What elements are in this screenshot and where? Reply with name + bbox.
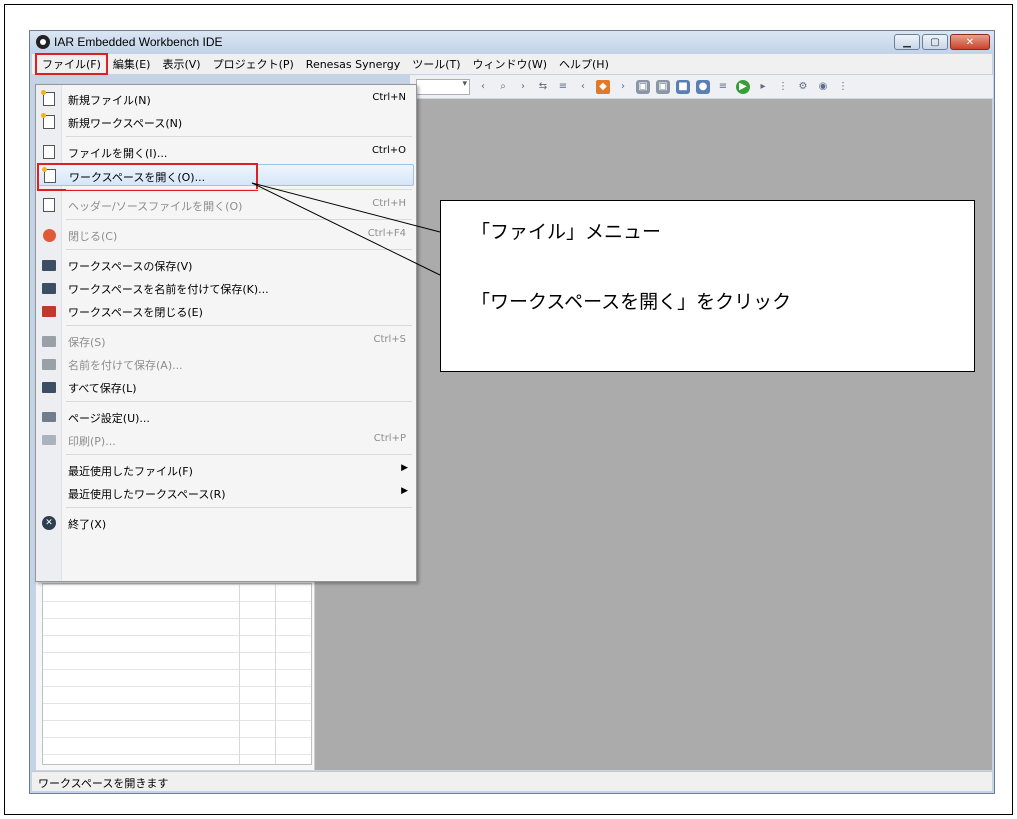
menu-item-save-workspace[interactable]: ワークスペースの保存(V) (38, 254, 414, 276)
run-icon[interactable]: ▶ (736, 79, 750, 94)
menu-separator (66, 219, 412, 220)
menu-item-page-setup[interactable]: ページ設定(U)... (38, 406, 414, 428)
nav-forward-icon[interactable]: › (516, 80, 530, 94)
menu-separator (66, 454, 412, 455)
breakpoint-icon[interactable]: ◆ (596, 79, 610, 94)
menu-item-recent-files[interactable]: 最近使用したファイル(F) ▶ (38, 459, 414, 481)
file-menu-dropdown: 新規ファイル(N) Ctrl+N 新規ワークスペース(N) ファイルを開く(I)… (35, 84, 417, 582)
menu-help[interactable]: ヘルプ(H) (553, 54, 615, 74)
menu-item-open-header-source[interactable]: ヘッダー/ソースファイルを開く(O) Ctrl+H (38, 194, 414, 216)
minimize-button[interactable]: ▁ (894, 34, 920, 50)
menu-view[interactable]: 表示(V) (156, 54, 206, 74)
save-icon (41, 333, 57, 349)
toolbar: ‹ ⌕ › ⇆ ≡ ‹ ◆ › ▣ ▣ ■ ● ≡ ▶ ▸ ⋮ ⚙ ◉ ⋮ (410, 75, 993, 99)
step-icon[interactable]: ▸ (756, 80, 770, 94)
app-icon (36, 35, 50, 49)
prev-bookmark-icon[interactable]: ‹ (576, 80, 590, 94)
status-bar: ワークスペースを開きます (32, 771, 992, 791)
close-file-icon (41, 227, 57, 243)
save-workspace-as-icon (41, 280, 57, 296)
save-all-icon (41, 379, 57, 395)
menu-separator (66, 325, 412, 326)
menu-project[interactable]: プロジェクト(P) (207, 54, 300, 74)
menu-renesas-synergy[interactable]: Renesas Synergy (300, 56, 406, 73)
workspace-file-grid (42, 583, 312, 765)
find-icon[interactable]: ⌕ (496, 80, 510, 94)
nav-back-icon[interactable]: ‹ (476, 80, 490, 94)
exit-icon: ✕ (41, 515, 57, 531)
menu-item-exit[interactable]: ✕ 終了(X) (38, 512, 414, 534)
close-button[interactable]: ✕ (950, 34, 990, 50)
save-as-icon (41, 356, 57, 372)
annotation-callout: 「ファイル」メニュー 「ワークスペースを開く」をクリック (440, 200, 975, 372)
menu-item-open-workspace[interactable]: ワークスペースを開く(O)... (37, 163, 414, 191)
toolbar-overflow-icon[interactable]: ⋮ (776, 80, 790, 94)
submenu-arrow-icon: ▶ (401, 486, 408, 496)
menu-separator (66, 249, 412, 250)
menu-bar: ファイル(F) 編集(E) 表示(V) プロジェクト(P) Renesas Sy… (32, 53, 992, 75)
page-setup-icon (41, 409, 57, 425)
menu-separator (66, 507, 412, 508)
menu-edit[interactable]: 編集(E) (107, 54, 157, 74)
toolbar-overflow-icon-2[interactable]: ⋮ (836, 80, 850, 94)
menu-item-recent-workspaces[interactable]: 最近使用したワークスペース(R) ▶ (38, 482, 414, 504)
menu-item-save-all[interactable]: すべて保存(L) (38, 376, 414, 398)
menu-file[interactable]: ファイル(F) (35, 53, 108, 75)
menu-item-new-workspace[interactable]: 新規ワークスペース(N) (38, 111, 414, 133)
menu-item-new-file[interactable]: 新規ファイル(N) Ctrl+N (38, 88, 414, 110)
stop-build-icon[interactable]: ≡ (716, 80, 730, 94)
title-bar: IAR Embedded Workbench IDE ▁ ▢ ✕ (30, 31, 994, 53)
submenu-arrow-icon: ▶ (401, 463, 408, 473)
save-workspace-icon (41, 257, 57, 273)
menu-window[interactable]: ウィンドウ(W) (467, 54, 553, 74)
menu-item-close-workspace[interactable]: ワークスペースを閉じる(E) (38, 300, 414, 322)
make-icon[interactable]: ▣ (656, 79, 670, 94)
menu-separator (66, 136, 412, 137)
header-source-icon (41, 197, 57, 213)
new-workspace-icon (41, 113, 57, 130)
toggle-bookmark-icon[interactable]: ⇆ (536, 80, 550, 94)
maximize-button[interactable]: ▢ (922, 34, 948, 50)
new-file-icon (41, 90, 57, 107)
grid-column-divider (239, 584, 240, 764)
menu-tools[interactable]: ツール(T) (406, 54, 466, 74)
callout-line-2: 「ワークスペースを開く」をクリック (471, 291, 792, 313)
compile-icon[interactable]: ▣ (636, 79, 650, 94)
grid-column-divider (275, 584, 276, 764)
window-controls: ▁ ▢ ✕ (894, 34, 990, 50)
open-file-icon (41, 144, 57, 160)
menu-item-print[interactable]: 印刷(P)... Ctrl+P (38, 429, 414, 451)
menu-item-close[interactable]: 閉じる(C) Ctrl+F4 (38, 224, 414, 246)
debug-icon[interactable]: ■ (676, 79, 690, 94)
download-icon[interactable]: ● (696, 79, 710, 94)
print-icon (41, 432, 57, 448)
menu-item-open-file[interactable]: ファイルを開く(I)... Ctrl+O (38, 141, 414, 163)
menu-item-save[interactable]: 保存(S) Ctrl+S (38, 330, 414, 352)
callout-line-1: 「ファイル」メニュー (471, 221, 662, 243)
open-workspace-icon (42, 167, 58, 184)
menu-separator (66, 189, 412, 190)
window-title: IAR Embedded Workbench IDE (54, 35, 223, 49)
menu-separator (66, 401, 412, 402)
menu-item-save-as[interactable]: 名前を付けて保存(A)... (38, 353, 414, 375)
globe-icon[interactable]: ◉ (816, 80, 830, 94)
bookmark-list-icon[interactable]: ≡ (556, 80, 570, 94)
close-workspace-icon (41, 303, 57, 319)
status-text: ワークスペースを開きます (38, 777, 169, 790)
toolbar-combo[interactable] (416, 78, 470, 95)
next-bookmark-icon[interactable]: › (616, 80, 630, 94)
settings-icon[interactable]: ⚙ (796, 80, 810, 94)
menu-item-save-workspace-as[interactable]: ワークスペースを名前を付けて保存(K)... (38, 277, 414, 299)
